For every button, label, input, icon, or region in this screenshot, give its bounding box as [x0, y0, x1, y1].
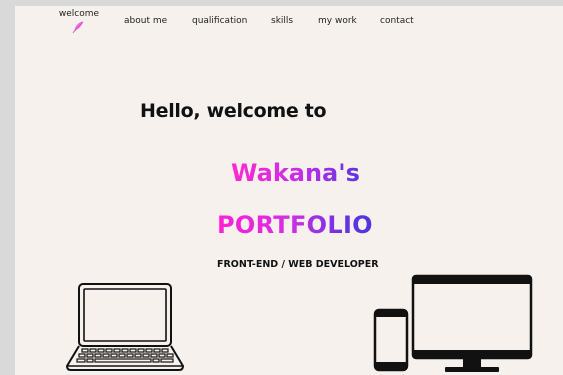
nav-item-about-me[interactable]: about me — [124, 16, 167, 26]
hero-greeting: Hello, welcome to — [140, 100, 327, 122]
nav-item-contact[interactable]: contact — [380, 16, 414, 26]
feather-icon — [72, 21, 84, 34]
hero-role: FRONT-END / WEB DEVELOPER — [217, 259, 379, 270]
hero-name: Wakana's — [231, 159, 360, 187]
laptop-icon — [65, 283, 185, 371]
nav-item-my-work[interactable]: my work — [318, 16, 357, 26]
phone-and-monitor-icon — [373, 274, 533, 372]
hero-portfolio-title: PORTFOLIO — [217, 211, 373, 239]
nav-item-qualification[interactable]: qualification — [192, 16, 247, 26]
portfolio-page: welcome about me qualification skills my… — [15, 6, 563, 375]
nav-item-skills[interactable]: skills — [271, 16, 293, 26]
top-nav: welcome about me qualification skills my… — [15, 6, 563, 40]
nav-welcome-link[interactable]: welcome — [58, 9, 100, 19]
